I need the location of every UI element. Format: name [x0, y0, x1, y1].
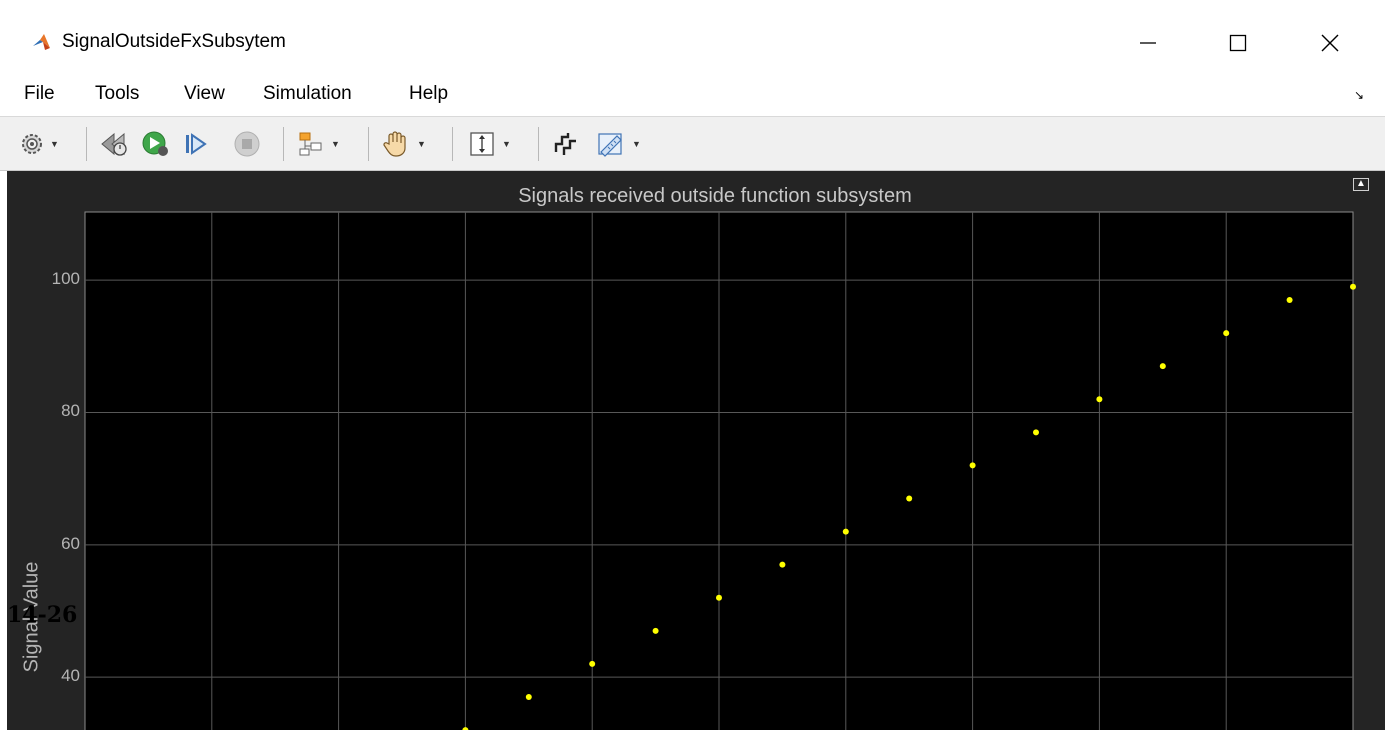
page-number-note: 14-26: [7, 602, 78, 628]
data-point: [842, 528, 849, 535]
scatter-plot: [84, 211, 1356, 730]
data-point: [1223, 330, 1230, 337]
y-tick-label: 100: [51, 269, 80, 289]
y-tick-label: 60: [61, 533, 80, 553]
data-point: [1033, 429, 1039, 436]
data-point: [525, 694, 532, 701]
data-point: [716, 594, 722, 601]
data-point: [779, 561, 786, 568]
data-point: [1159, 363, 1166, 370]
data-point: [906, 495, 913, 502]
data-point: [969, 462, 976, 469]
data-point: [589, 660, 596, 667]
data-point: [1286, 297, 1293, 304]
scope-window: SignalOutsideFxSubsytem File Tools View …: [0, 0, 1385, 730]
data-point: [1350, 283, 1356, 290]
data-point: [1096, 396, 1103, 403]
y-tick-label: 40: [61, 666, 80, 686]
y-tick-label: 80: [61, 401, 80, 421]
data-point: [652, 627, 659, 634]
